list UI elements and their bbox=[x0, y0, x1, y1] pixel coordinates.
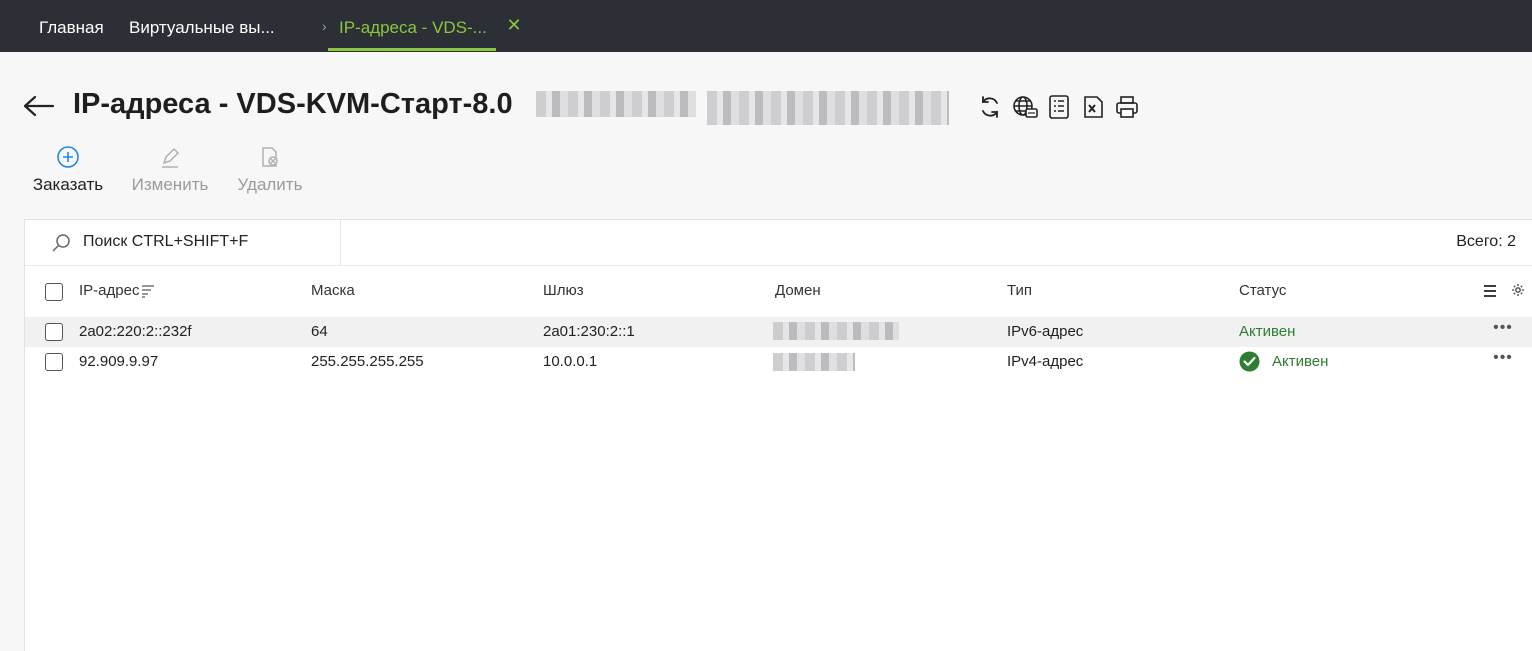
redacted-domain bbox=[773, 353, 855, 371]
cell-status: Активен bbox=[1239, 323, 1296, 340]
check-circle-icon bbox=[1239, 351, 1260, 372]
delete-file-icon bbox=[258, 145, 282, 169]
column-header-status[interactable]: Статус bbox=[1239, 282, 1286, 299]
column-header-ip[interactable]: IP-адрес bbox=[79, 282, 139, 299]
list-report-icon[interactable] bbox=[1046, 94, 1072, 120]
edit-label: Изменить bbox=[131, 175, 209, 194]
table-settings-gear-icon[interactable] bbox=[1511, 283, 1525, 302]
excel-export-icon[interactable] bbox=[1080, 94, 1106, 120]
breadcrumb-separator: › bbox=[322, 18, 327, 34]
back-arrow-icon[interactable] bbox=[22, 92, 56, 120]
search-placeholder: Поиск CTRL+SHIFT+F bbox=[83, 233, 249, 250]
column-header-mask[interactable]: Маска bbox=[311, 282, 355, 299]
redacted-text bbox=[707, 91, 949, 125]
column-header-domain[interactable]: Домен bbox=[775, 282, 821, 299]
table-row[interactable]: 92.909.9.97 255.255.255.255 10.0.0.1 IPv… bbox=[25, 347, 1532, 377]
row-more-icon[interactable]: ••• bbox=[1493, 320, 1513, 339]
cell-status: Активен bbox=[1272, 353, 1329, 370]
tab-home[interactable]: Главная bbox=[39, 0, 104, 52]
total-count: Всего: 2 bbox=[1456, 233, 1516, 250]
tab-virtual-servers[interactable]: Виртуальные вы... bbox=[129, 0, 275, 52]
cell-gateway: 2a01:230:2::1 bbox=[543, 323, 635, 340]
search-input[interactable]: Поиск CTRL+SHIFT+F bbox=[25, 220, 341, 265]
columns-menu-icon[interactable] bbox=[1483, 283, 1497, 304]
delete-button[interactable]: Удалить bbox=[236, 145, 304, 195]
table-header: IP-адрес Маска Шлюз Домен Тип Статус bbox=[25, 266, 1532, 316]
tab-ip-addresses[interactable]: IP-адреса - VDS-... bbox=[339, 0, 487, 52]
add-circle-icon bbox=[56, 145, 80, 169]
cell-mask: 64 bbox=[311, 323, 328, 340]
cell-ip: 2a02:220:2::232f bbox=[79, 323, 192, 340]
row-more-icon[interactable]: ••• bbox=[1493, 350, 1513, 369]
order-button[interactable]: Заказать bbox=[31, 145, 105, 195]
top-tab-bar: Главная Виртуальные вы... › IP-адреса - … bbox=[0, 0, 1532, 52]
dns-globe-icon[interactable] bbox=[1012, 94, 1038, 120]
cell-type: IPv6-адрес bbox=[1007, 323, 1084, 340]
cell-ip: 92.909.9.97 bbox=[79, 353, 159, 370]
column-header-gateway[interactable]: Шлюз bbox=[543, 282, 584, 299]
row-checkbox[interactable] bbox=[45, 323, 63, 341]
delete-label: Удалить bbox=[237, 175, 303, 194]
cell-mask: 255.255.255.255 bbox=[311, 353, 424, 370]
active-tab-indicator bbox=[328, 48, 496, 51]
page-title: IP-адреса - VDS-KVM-Старт-8.0 bbox=[73, 88, 513, 120]
redacted-domain bbox=[773, 322, 899, 340]
refresh-icon[interactable] bbox=[977, 94, 1003, 120]
redacted-text bbox=[536, 91, 696, 117]
edit-button[interactable]: Изменить bbox=[128, 145, 212, 195]
sort-icon[interactable] bbox=[141, 284, 155, 303]
cell-gateway: 10.0.0.1 bbox=[543, 353, 598, 370]
ip-table-panel: Поиск CTRL+SHIFT+F Всего: 2 IP-адрес Мас… bbox=[24, 219, 1532, 651]
pencil-icon bbox=[158, 145, 182, 169]
order-label: Заказать bbox=[32, 175, 104, 194]
column-header-type[interactable]: Тип bbox=[1007, 282, 1032, 299]
row-checkbox[interactable] bbox=[45, 353, 63, 371]
table-row[interactable]: 2a02:220:2::232f 64 2a01:230:2::1 IPv6-а… bbox=[25, 317, 1532, 347]
search-icon bbox=[51, 233, 71, 253]
cell-type: IPv4-адрес bbox=[1007, 353, 1084, 370]
select-all-checkbox[interactable] bbox=[45, 283, 63, 301]
print-icon[interactable] bbox=[1114, 94, 1140, 120]
close-tab-icon[interactable]: ✕ bbox=[505, 14, 523, 36]
